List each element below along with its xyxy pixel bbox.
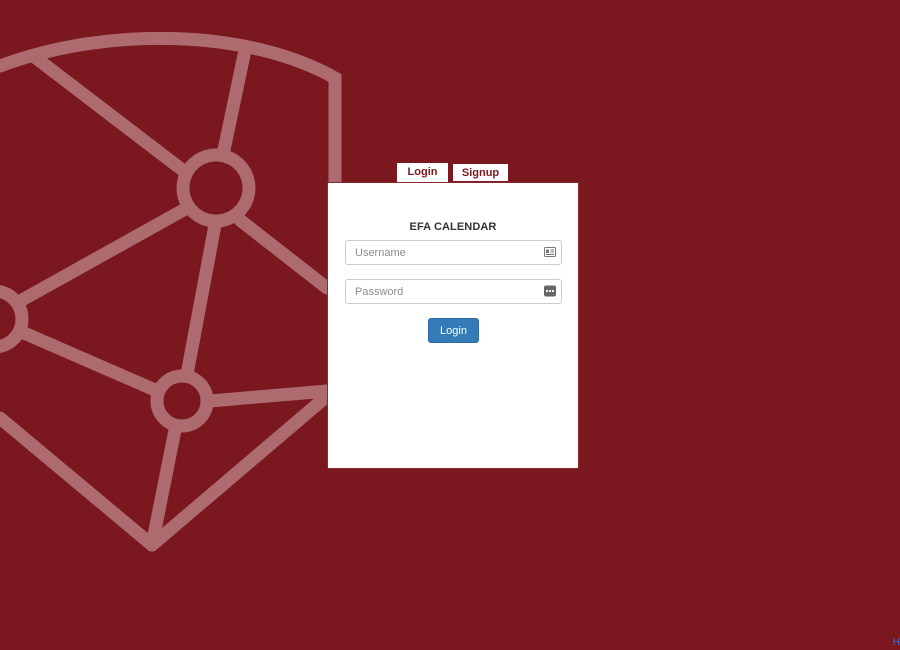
background-line [29,51,192,179]
background-line [17,326,162,397]
username-input[interactable] [346,241,535,264]
app-title: EFA CALENDAR [409,221,497,233]
corner-link[interactable]: H [893,638,900,648]
login-panel: EFA CALENDAR Login [327,182,579,469]
background-line [203,384,334,408]
password-field[interactable] [345,279,562,304]
background-node [0,285,29,353]
background-line [217,48,251,157]
auth-tabs: Login Signup [397,163,509,182]
tab-signup[interactable]: Signup [452,163,509,182]
tab-login[interactable]: Login [397,163,448,182]
background-line [181,218,222,376]
password-input[interactable] [346,280,535,303]
id-card-icon [544,247,556,257]
background-line [145,389,334,552]
background-line [233,213,334,295]
background-node [150,369,214,433]
username-field[interactable] [345,240,562,265]
ellipsis-icon [544,285,556,297]
login-button[interactable]: Login [428,318,479,343]
background-line [15,201,194,307]
background-node [176,148,256,228]
background-line [0,411,159,552]
